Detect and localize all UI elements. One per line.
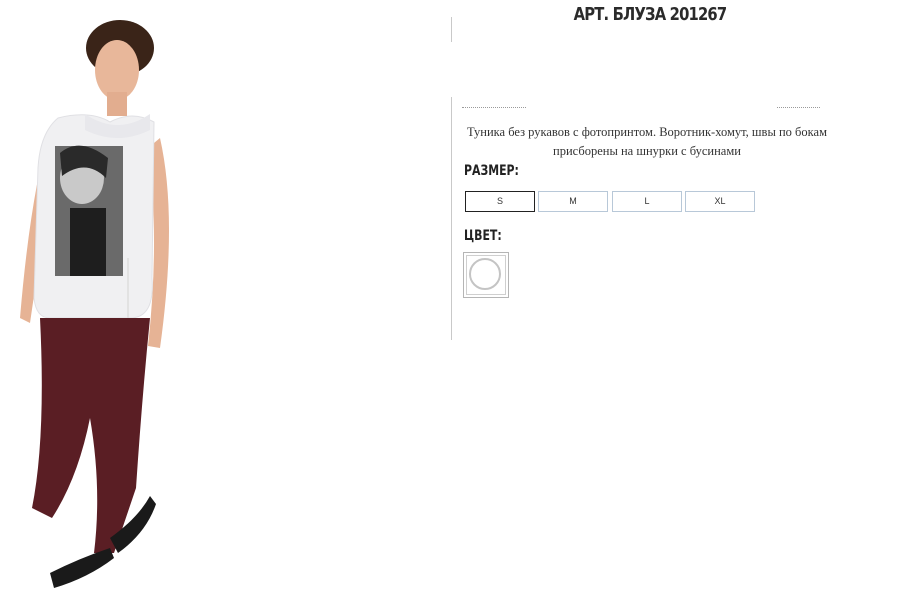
size-option-l[interactable]: L	[612, 191, 682, 212]
size-label: РАЗМЕР:	[464, 163, 519, 179]
product-description: Туника без рукавов с фотопринтом. Воротн…	[467, 125, 827, 158]
divider-main	[451, 97, 452, 340]
product-photo	[10, 18, 180, 590]
product-title: АРТ. БЛУЗА 201267	[573, 4, 727, 25]
color-label: ЦВЕТ:	[464, 228, 502, 244]
size-option-m[interactable]: M	[538, 191, 608, 212]
dotted-divider-right	[777, 107, 820, 108]
divider-top	[451, 17, 452, 42]
size-option-s[interactable]: S	[465, 191, 535, 212]
swatch-circle	[469, 258, 501, 290]
color-swatch-white[interactable]	[463, 252, 509, 298]
model-face	[95, 40, 139, 100]
dotted-divider-left	[462, 107, 526, 108]
size-option-xl[interactable]: XL	[685, 191, 755, 212]
model-shoe-left	[50, 548, 114, 588]
model-pants	[32, 318, 150, 553]
product-page: АРТ. БЛУЗА 201267 Туника без рукавов с ф…	[0, 0, 922, 597]
